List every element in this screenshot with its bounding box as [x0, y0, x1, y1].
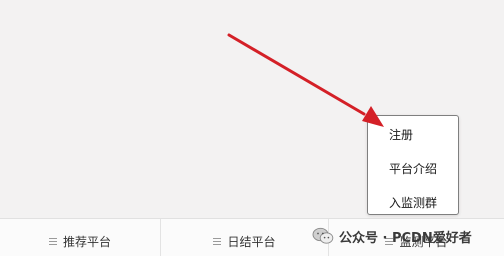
menu-icon: [213, 238, 222, 245]
account-watermark: 公众号 · PCDN爱好者: [312, 224, 472, 248]
bottom-tab-label: 日结平台: [227, 235, 276, 249]
menu-item-join-monitor-group[interactable]: 入监测群: [368, 190, 458, 216]
menu-item-register[interactable]: 注册: [368, 122, 458, 148]
popup-submenu: 注册 平台介绍 入监测群: [367, 115, 459, 215]
bottom-tab-label: 推荐平台: [62, 235, 111, 249]
watermark-text: 公众号 · PCDN爱好者: [339, 230, 472, 246]
wechat-logo-icon: [312, 227, 334, 244]
menu-item-platform-intro[interactable]: 平台介绍: [368, 156, 458, 182]
menu-icon: [48, 238, 57, 245]
bottom-tab-recommended-platforms[interactable]: 推荐平台: [0, 219, 161, 256]
bottom-tab-daily-settlement-platforms[interactable]: 日结平台: [161, 219, 329, 256]
